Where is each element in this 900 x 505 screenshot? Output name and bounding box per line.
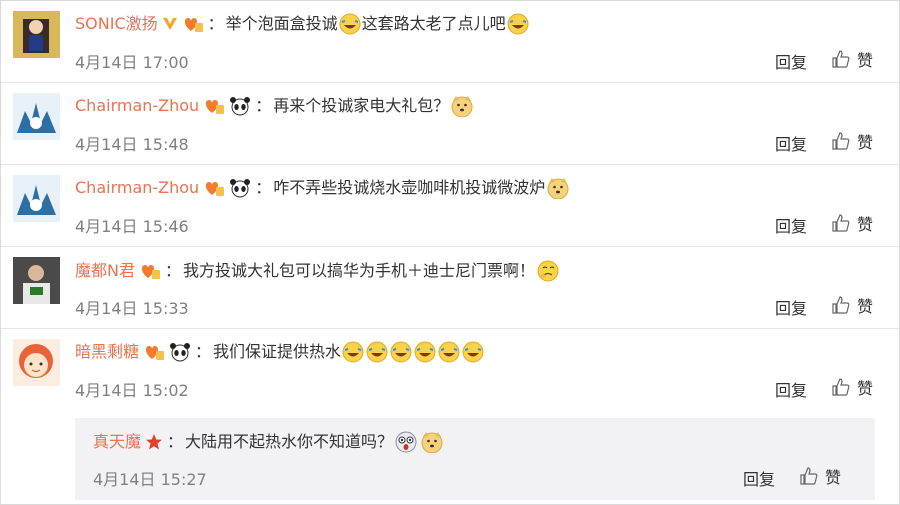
doge-emoji-icon (547, 178, 569, 199)
reply-button[interactable]: 回复 (775, 295, 807, 319)
laugh-cry-emoji-icon (366, 341, 388, 363)
like-label: 赞 (824, 468, 841, 487)
reply-button[interactable]: 回复 (743, 466, 775, 490)
comment-text: 再来个投诚家电大礼包？ (273, 96, 450, 115)
member-badge-icon (206, 182, 225, 196)
comment-item: SONIC激扬 ： 举个泡面盒投诚 这套路太老了点儿吧 4月14日 17:00 … (1, 1, 899, 83)
colon-separator: ： (255, 96, 272, 115)
shocked-emoji-icon (395, 431, 417, 453)
reply-button[interactable]: 回复 (775, 213, 807, 237)
like-button[interactable]: 赞 (831, 211, 873, 235)
laugh-cry-emoji-icon (438, 341, 460, 363)
thumbs-up-icon (832, 378, 850, 396)
panda-icon (230, 97, 251, 116)
username-link[interactable]: 暗黑剩糖 (75, 341, 139, 363)
comment-text: 我们保证提供热水 (213, 342, 342, 361)
comment-text-line: Chairman-Zhou ： 再来个投诚家电大礼包？ (75, 95, 475, 117)
laugh-cry-emoji-icon (339, 13, 361, 35)
verified-v-icon (162, 18, 177, 30)
doge-emoji-icon (421, 432, 443, 453)
laugh-cry-emoji-icon (414, 341, 436, 363)
avatar[interactable] (13, 11, 60, 58)
avatar[interactable] (13, 93, 60, 140)
thumbs-up-icon (832, 50, 850, 68)
like-label: 赞 (856, 133, 873, 152)
timestamp: 4月14日 15:02 (75, 381, 189, 400)
comment-text: 大陆用不起热水你不知道吗？ (185, 432, 394, 451)
comment-item: Chairman-Zhou ： 咋不弄些投诚烧水壶咖啡机投诚微波炉 4月14日 … (1, 165, 899, 247)
member-badge-icon (184, 18, 203, 32)
laugh-cry-emoji-icon (462, 341, 484, 363)
like-label: 赞 (856, 379, 873, 398)
avatar[interactable] (13, 339, 60, 386)
username-link[interactable]: 魔都N君 (75, 260, 135, 282)
thumbs-up-icon (832, 296, 850, 314)
laugh-cry-emoji-icon (507, 13, 529, 35)
laugh-cry-emoji-icon (342, 341, 364, 363)
member-badge-icon (145, 346, 165, 360)
like-button[interactable]: 赞 (831, 129, 873, 153)
comment-text: 咋不弄些投诚烧水壶咖啡机投诚微波炉 (273, 178, 546, 197)
comment-text: 举个泡面盒投诚 (225, 14, 338, 33)
star-badge-icon (146, 434, 163, 450)
like-button[interactable]: 赞 (831, 375, 873, 399)
timestamp: 4月14日 15:27 (93, 470, 207, 489)
like-button[interactable]: 赞 (831, 47, 873, 71)
member-badge-icon (141, 265, 160, 279)
like-button[interactable]: 赞 (831, 293, 873, 317)
thinking-emoji-icon (537, 260, 559, 282)
comment-text-line: 暗黑剩糖 ： 我们保证提供热水 (75, 341, 485, 363)
comment-text-line: SONIC激扬 ： 举个泡面盒投诚 这套路太老了点儿吧 (75, 13, 530, 35)
comment-item: 暗黑剩糖 ： 我们保证提供热水 4月14日 15:02 回复 赞 (1, 329, 899, 418)
thumbs-up-icon (800, 467, 818, 485)
sub-reply: 真天魔 ： 大陆用不起热水你不知道吗？ 4月14日 15:27 回复 赞 (75, 418, 875, 500)
colon-separator: ： (195, 342, 212, 361)
colon-separator: ： (207, 14, 224, 33)
reply-button[interactable]: 回复 (775, 49, 807, 73)
panda-icon (170, 343, 191, 362)
laugh-cry-emoji-icon (390, 341, 412, 363)
timestamp: 4月14日 15:48 (75, 135, 189, 154)
thumbs-up-icon (832, 132, 850, 150)
username-link[interactable]: Chairman-Zhou (75, 95, 199, 117)
like-button[interactable]: 赞 (799, 464, 841, 488)
comment-item: 魔都N君 ： 我方投诚大礼包可以搞华为手机＋迪士尼门票啊！ 4月14日 15:3… (1, 247, 899, 329)
comment-text-line: 魔都N君 ： 我方投诚大礼包可以搞华为手机＋迪士尼门票啊！ (75, 259, 561, 283)
member-badge-icon (206, 100, 225, 114)
colon-separator: ： (255, 178, 272, 197)
timestamp: 4月14日 15:33 (75, 299, 189, 318)
comment-list: SONIC激扬 ： 举个泡面盒投诚 这套路太老了点儿吧 4月14日 17:00 … (0, 0, 900, 505)
comment-text-line: Chairman-Zhou ： 咋不弄些投诚烧水壶咖啡机投诚微波炉 (75, 177, 571, 199)
colon-separator: ： (167, 432, 184, 451)
like-label: 赞 (856, 215, 873, 234)
thumbs-up-icon (832, 214, 850, 232)
avatar[interactable] (13, 257, 60, 304)
like-label: 赞 (856, 297, 873, 316)
username-link[interactable]: 真天魔 (93, 431, 141, 453)
panda-icon (230, 179, 251, 198)
doge-emoji-icon (451, 96, 473, 117)
like-label: 赞 (856, 51, 873, 70)
comment-item: Chairman-Zhou ： 再来个投诚家电大礼包？ 4月14日 15:48 … (1, 83, 899, 165)
comment-text: 我方投诚大礼包可以搞华为手机＋迪士尼门票啊！ (183, 261, 536, 280)
comment-text-line: 真天魔 ： 大陆用不起热水你不知道吗？ (93, 430, 445, 454)
username-link[interactable]: SONIC激扬 (75, 13, 158, 35)
reply-button[interactable]: 回复 (775, 131, 807, 155)
avatar[interactable] (13, 175, 60, 222)
reply-button[interactable]: 回复 (775, 377, 807, 401)
colon-separator: ： (164, 261, 181, 280)
comment-text-continued: 这套路太老了点儿吧 (361, 14, 506, 33)
username-link[interactable]: Chairman-Zhou (75, 177, 199, 199)
timestamp: 4月14日 15:46 (75, 217, 189, 236)
timestamp: 4月14日 17:00 (75, 53, 189, 72)
